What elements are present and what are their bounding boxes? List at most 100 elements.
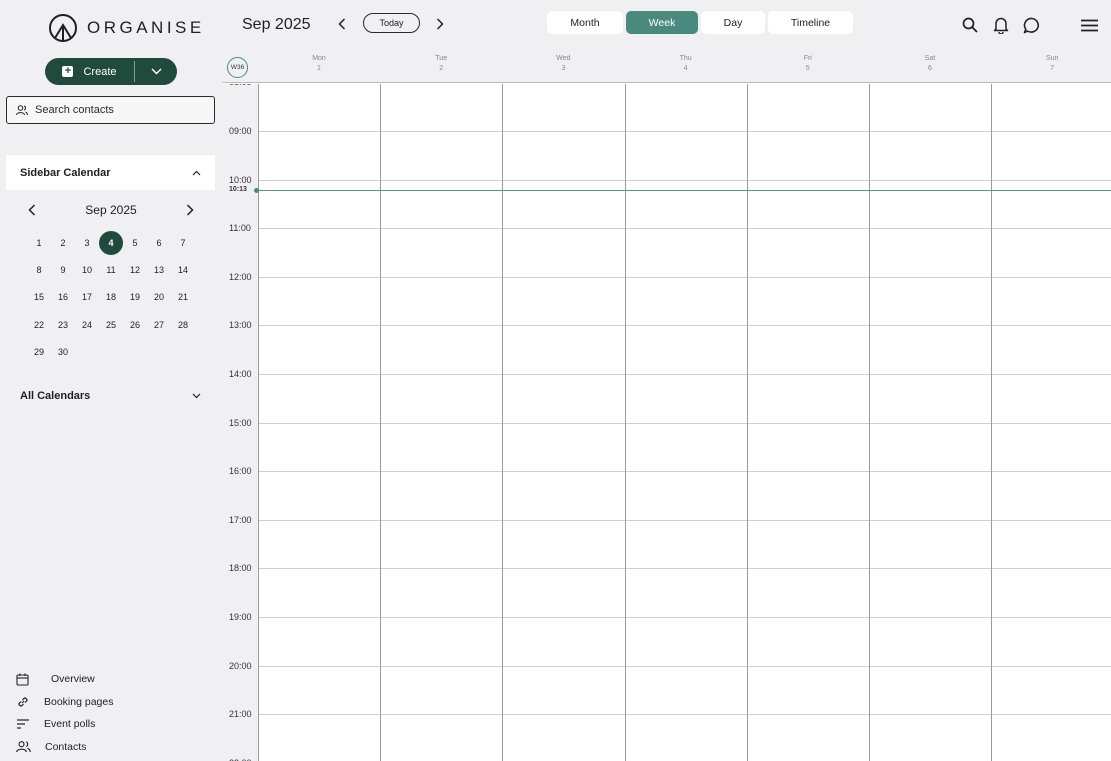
mini-calendar-day-number: 3 [84, 237, 90, 248]
tab-day[interactable]: Day [701, 11, 765, 34]
mini-calendar-day[interactable]: 6 [147, 229, 171, 256]
day-number: 7 [1050, 65, 1055, 72]
mini-calendar-day[interactable]: 20 [147, 284, 171, 311]
mini-calendar-day-number: 10 [81, 264, 92, 275]
create-button[interactable]: + Create [45, 58, 134, 85]
nav-item-event-polls[interactable]: Event polls [16, 713, 113, 736]
time-label: 15:00 [229, 417, 252, 428]
day-header-tue[interactable]: Tue 2 [380, 54, 502, 74]
sidebar-calendar-header[interactable]: Sidebar Calendar [6, 155, 215, 190]
mini-calendar-day-number: 29 [33, 346, 44, 357]
mini-calendar-day[interactable]: 28 [171, 311, 195, 338]
mini-calendar-day[interactable]: 5 [123, 229, 147, 256]
mini-calendar-day[interactable]: 3 [75, 229, 99, 256]
plus-icon: + [62, 66, 74, 77]
mini-prev-month-icon[interactable] [28, 204, 36, 216]
mini-calendar-day-number: 22 [33, 319, 44, 330]
next-week-button[interactable] [432, 15, 448, 33]
bottom-nav: Overview Booking pages Event polls Conta… [16, 668, 113, 758]
mini-calendar-day[interactable]: 16 [51, 284, 75, 311]
mini-calendar-day[interactable]: 26 [123, 311, 147, 338]
day-name: Sun [1045, 55, 1059, 62]
mini-calendar-day[interactable]: 24 [75, 311, 99, 338]
mini-calendar-day-number: 2 [60, 237, 66, 248]
mini-calendar-day[interactable]: 1 [27, 229, 51, 256]
mini-calendar-day[interactable]: 8 [27, 256, 51, 283]
mini-calendar-day[interactable]: 10 [75, 256, 99, 283]
mini-calendar-day[interactable]: 17 [75, 284, 99, 311]
calendar-icon [16, 673, 29, 686]
mini-calendar-day-today[interactable]: 4 [99, 229, 123, 256]
day-header-thu[interactable]: Thu 4 [625, 54, 747, 74]
menu-button[interactable] [1079, 15, 1099, 35]
mini-calendar-day[interactable]: 7 [171, 229, 195, 256]
day-header-sat[interactable]: Sat 6 [869, 54, 991, 74]
mini-calendar-day[interactable]: 13 [147, 256, 171, 283]
mini-calendar-day[interactable]: 9 [51, 256, 75, 283]
tab-timeline[interactable]: Timeline [768, 11, 853, 34]
mini-calendar-day-number: 9 [60, 264, 66, 275]
week-grid[interactable] [258, 84, 1111, 761]
mini-calendar-day[interactable]: 21 [171, 284, 195, 311]
chat-bubble-icon [1023, 17, 1040, 33]
mini-next-month-icon[interactable] [186, 204, 194, 216]
logo-mark-icon [49, 14, 77, 42]
day-number: 1 [317, 65, 321, 72]
all-calendars-title: All Calendars [20, 389, 91, 402]
mini-calendar-day-number: 12 [129, 264, 140, 275]
hour-gridline [258, 276, 1111, 278]
nav-item-overview[interactable]: Overview [16, 668, 113, 691]
create-dropdown-button[interactable] [135, 58, 177, 85]
mini-calendar-day-number: 20 [153, 292, 164, 303]
week-number-badge[interactable]: W36 [227, 57, 248, 78]
sidebar: ORGANISE + Create Sidebar Calendar Sep 2… [0, 0, 222, 761]
day-header-mon[interactable]: Mon 1 [258, 54, 380, 74]
nav-label-booking-pages: Booking pages [44, 695, 114, 708]
sidebar-calendar-title: Sidebar Calendar [20, 166, 111, 179]
mini-calendar-day-number: 18 [105, 292, 116, 303]
day-number: 2 [439, 65, 444, 72]
search-contacts-input[interactable] [35, 104, 205, 116]
current-time-label: 10:13 [229, 186, 247, 193]
mini-calendar-day[interactable]: 12 [123, 256, 147, 283]
mini-calendar-day[interactable]: 14 [171, 256, 195, 283]
nav-item-booking-pages[interactable]: Booking pages [16, 691, 113, 714]
mini-calendar-day[interactable]: 29 [27, 338, 51, 365]
time-label: 19:00 [229, 611, 252, 622]
hour-gridline [258, 373, 1111, 375]
mini-calendar-day-number: 24 [81, 319, 92, 330]
people-icon [16, 740, 31, 752]
messages-button[interactable] [1022, 15, 1042, 35]
today-button[interactable]: Today [363, 13, 420, 33]
search-button[interactable] [960, 15, 980, 35]
mini-calendar-day[interactable]: 30 [51, 338, 75, 365]
day-header-wed[interactable]: Wed 3 [502, 54, 624, 74]
mini-calendar-day-number: 19 [129, 292, 140, 303]
tab-week[interactable]: Week [626, 11, 698, 34]
mini-calendar-day[interactable]: 25 [99, 311, 123, 338]
mini-calendar-day[interactable]: 22 [27, 311, 51, 338]
all-calendars-header[interactable]: All Calendars [6, 378, 215, 413]
mini-calendar-day[interactable]: 19 [123, 284, 147, 311]
day-header-fri[interactable]: Fri 5 [747, 54, 869, 74]
hour-gridline [258, 179, 1111, 181]
day-header-sun[interactable]: Sun 7 [991, 54, 1111, 74]
notifications-button[interactable] [991, 15, 1011, 35]
hamburger-menu-icon [1080, 19, 1098, 31]
tab-month[interactable]: Month [547, 11, 623, 34]
chevron-down-icon [150, 68, 162, 75]
link-icon [18, 697, 28, 707]
mini-calendar-day[interactable]: 2 [51, 229, 75, 256]
prev-week-button[interactable] [334, 15, 350, 33]
mini-calendar-day-number: 16 [57, 292, 68, 303]
mini-calendar-day-number: 25 [105, 319, 116, 330]
mini-calendar-day-number: 8 [36, 264, 42, 275]
app-logo[interactable]: ORGANISE [48, 13, 205, 43]
mini-calendar-day[interactable]: 11 [99, 256, 123, 283]
nav-item-contacts[interactable]: Contacts [16, 736, 113, 759]
mini-calendar-day[interactable]: 18 [99, 284, 123, 311]
mini-calendar-day[interactable]: 15 [27, 284, 51, 311]
mini-calendar-day[interactable]: 27 [147, 311, 171, 338]
chevron-right-icon [436, 18, 444, 30]
mini-calendar-day[interactable]: 23 [51, 311, 75, 338]
